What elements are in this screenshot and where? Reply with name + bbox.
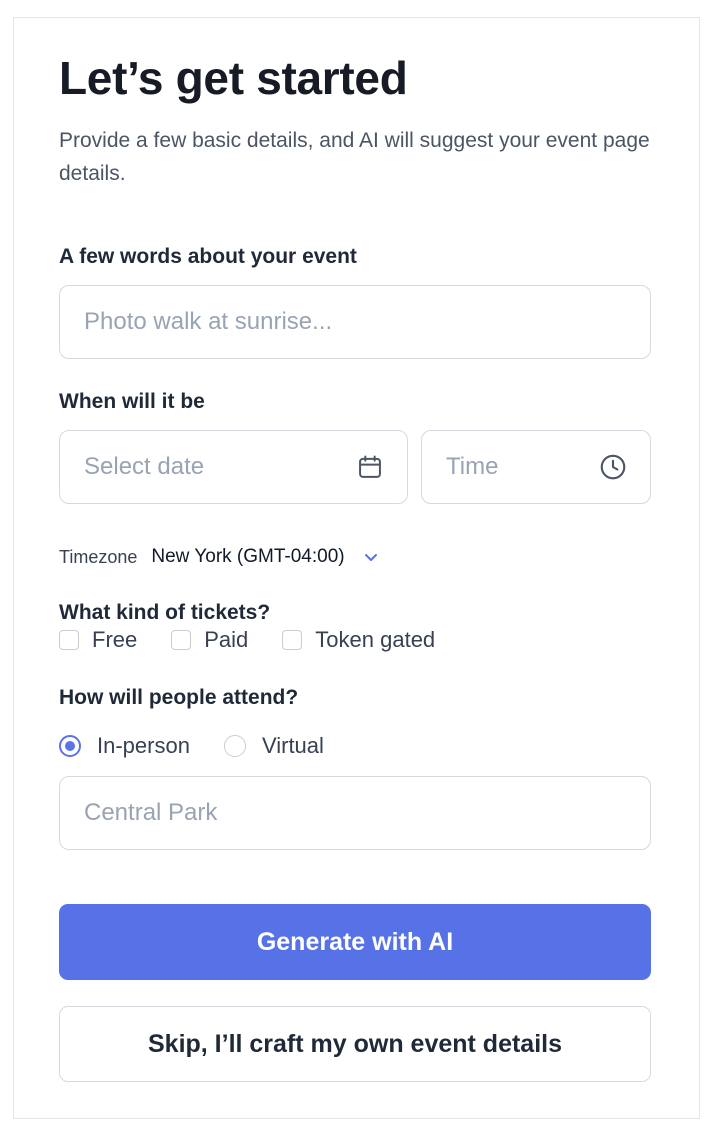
timezone-row[interactable]: Timezone New York (GMT-04:00)	[59, 544, 383, 570]
onboarding-card: Let’s get started Provide a few basic de…	[13, 17, 700, 1119]
paid-checkbox[interactable]	[171, 630, 192, 650]
attendance-label: How will people attend?	[59, 686, 299, 709]
ticket-options: Free Paid Token gated	[59, 627, 469, 653]
attendance-option-label: In-person	[97, 733, 190, 758]
about-event-label: A few words about your event	[59, 245, 357, 268]
ticket-option-token-gated[interactable]: Token gated	[282, 627, 435, 653]
when-label: When will it be	[59, 390, 205, 413]
generate-with-ai-button[interactable]: Generate with AI	[59, 904, 651, 980]
skip-button[interactable]: Skip, I’ll craft my own event details	[59, 1006, 651, 1082]
chevron-down-icon[interactable]	[361, 546, 383, 568]
free-checkbox[interactable]	[59, 630, 79, 650]
date-input[interactable]	[84, 453, 355, 481]
date-field[interactable]	[59, 430, 408, 504]
token-gated-checkbox[interactable]	[282, 630, 303, 650]
about-event-input[interactable]	[84, 308, 628, 336]
about-event-field[interactable]	[59, 285, 651, 359]
location-field[interactable]	[59, 776, 651, 850]
ticket-option-label: Paid	[204, 627, 249, 652]
calendar-icon[interactable]	[355, 452, 385, 482]
timezone-value[interactable]: New York (GMT-04:00)	[151, 546, 344, 568]
ticket-option-paid[interactable]: Paid	[171, 627, 248, 653]
ticket-option-label: Token gated	[315, 627, 436, 652]
ticket-option-free[interactable]: Free	[59, 627, 137, 653]
timezone-label: Timezone	[59, 546, 138, 567]
time-input[interactable]	[446, 453, 598, 481]
attendance-option-label: Virtual	[261, 733, 324, 758]
virtual-radio[interactable]	[223, 735, 246, 757]
ticket-option-label: Free	[92, 627, 138, 652]
attendance-option-in-person[interactable]: In-person	[59, 733, 190, 759]
clock-icon[interactable]	[598, 452, 628, 482]
location-input[interactable]	[84, 799, 628, 827]
attendance-options: In-person Virtual	[59, 733, 358, 759]
attendance-option-virtual[interactable]: Virtual	[223, 733, 324, 759]
tickets-label: What kind of tickets?	[59, 601, 271, 624]
in-person-radio[interactable]	[59, 735, 81, 757]
page-title: Let’s get started	[59, 52, 408, 104]
page-subtitle: Provide a few basic details, and AI will…	[59, 129, 650, 185]
time-field[interactable]	[421, 430, 651, 504]
